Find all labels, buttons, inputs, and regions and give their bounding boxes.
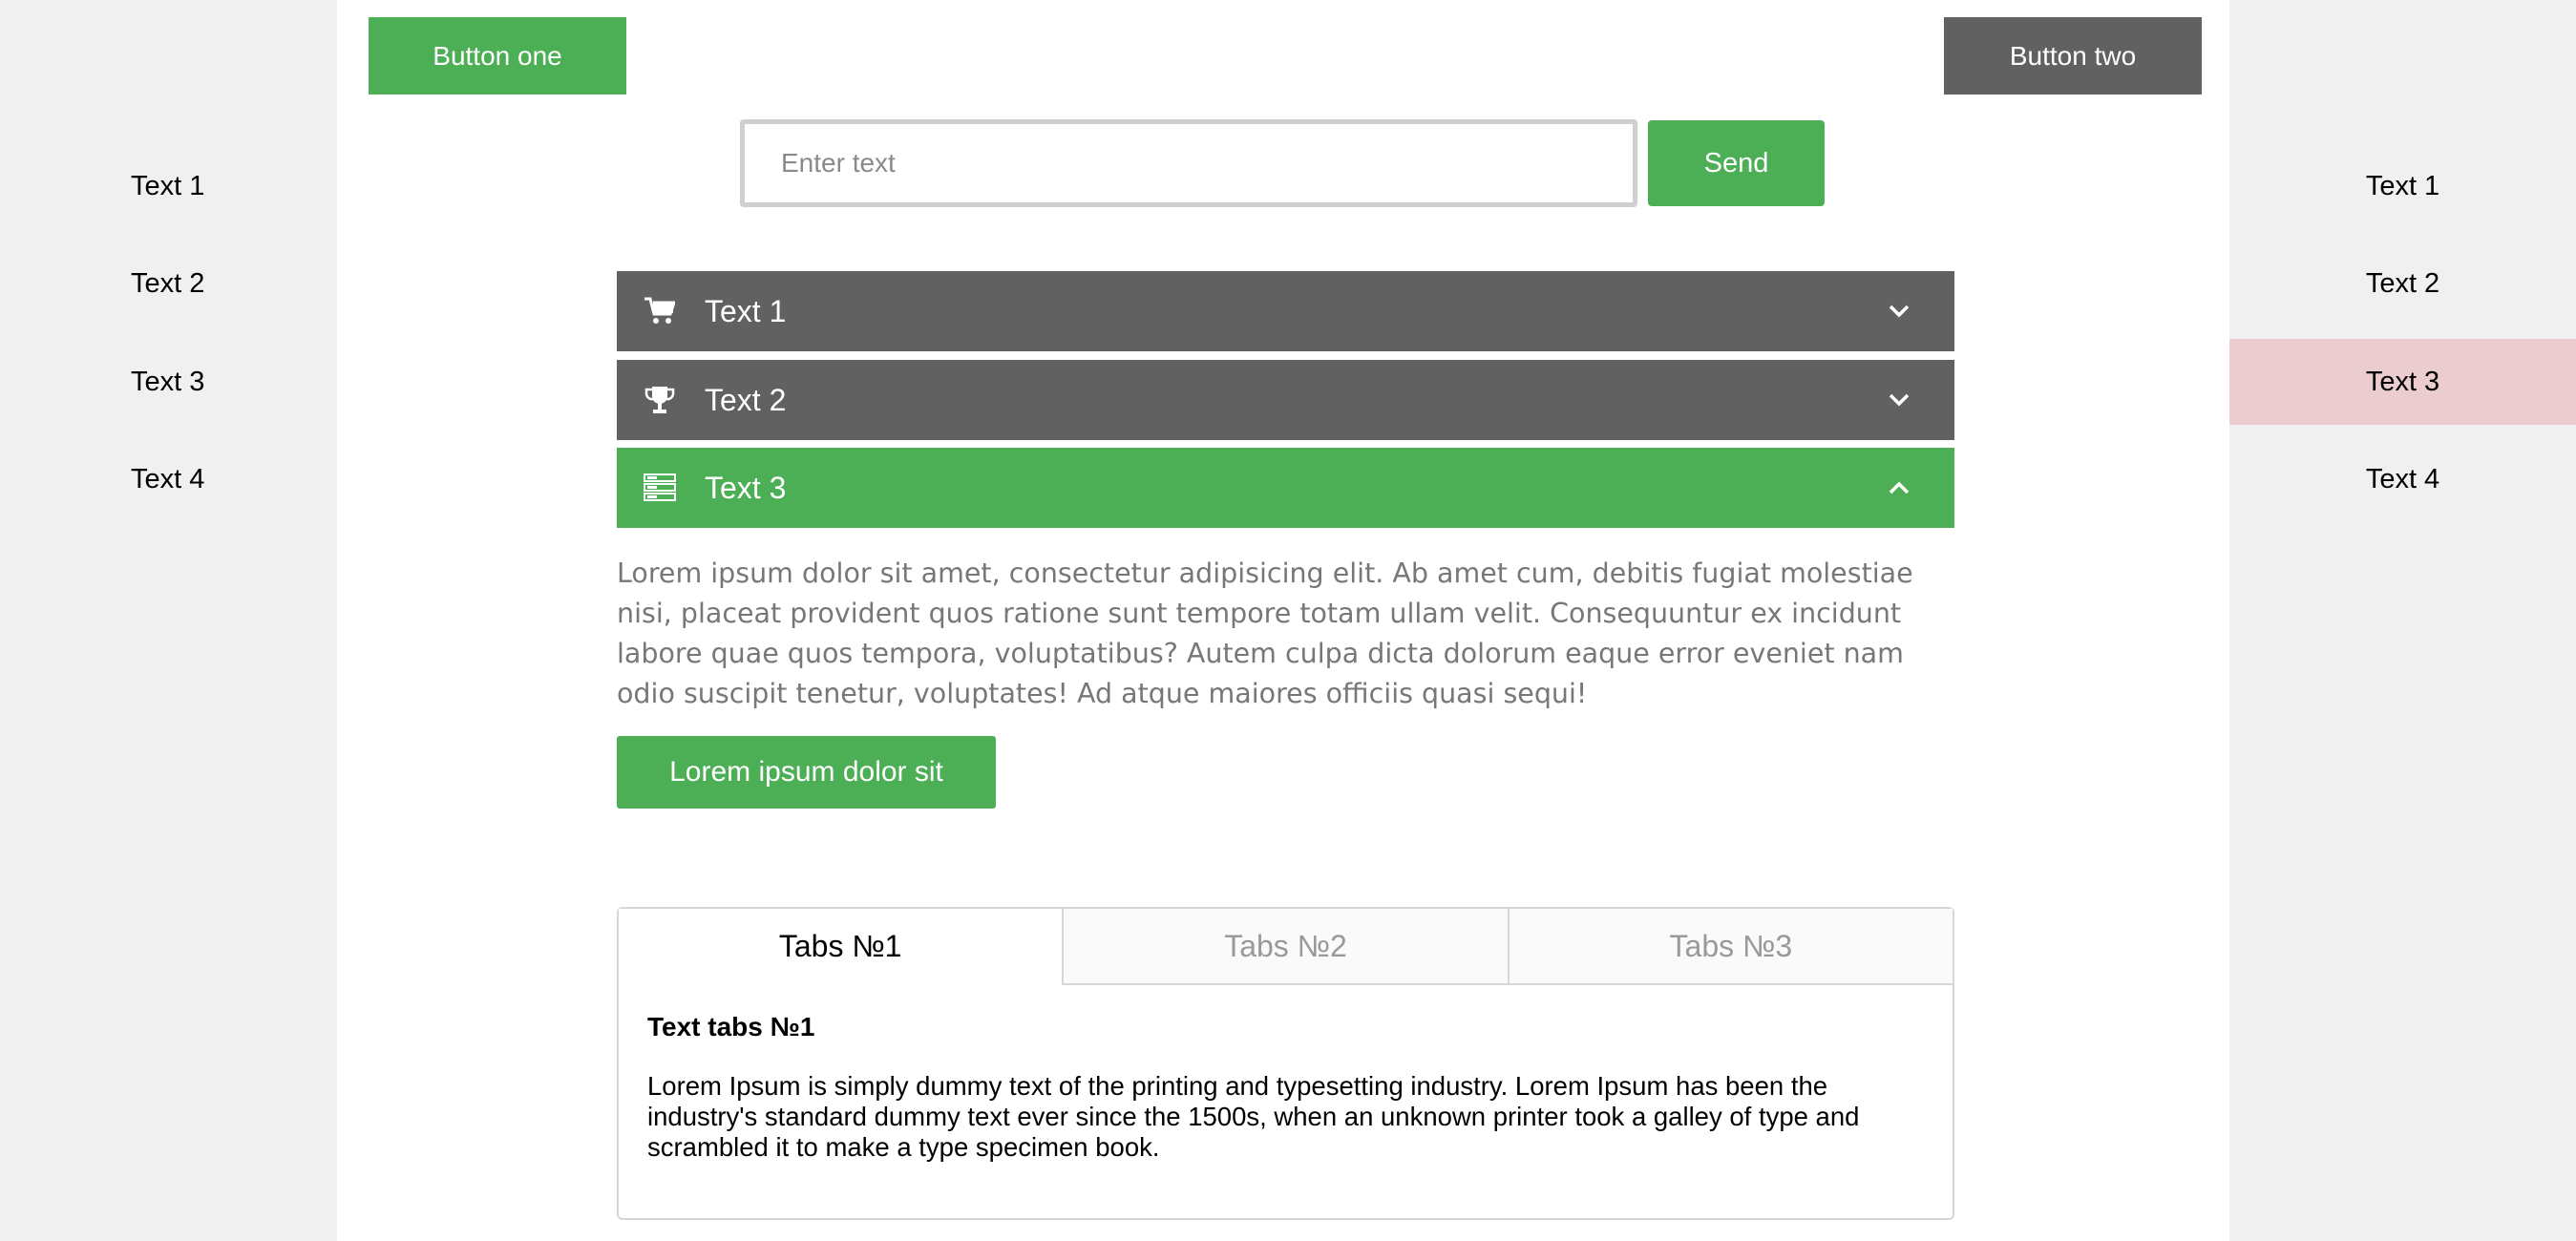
tab-3[interactable]: Tabs №3 [1507, 909, 1953, 985]
left-sidebar-item-3[interactable]: Text 3 [0, 339, 337, 425]
server-icon [644, 472, 676, 504]
left-sidebar-item-label: Text 2 [131, 267, 205, 299]
right-sidebar: Text 1 Text 2 Text 3 Text 4 [2229, 0, 2576, 1241]
right-sidebar-item-3[interactable]: Text 3 [2229, 339, 2576, 425]
right-sidebar-item-label: Text 4 [2365, 463, 2440, 494]
left-sidebar-item-label: Text 4 [131, 463, 205, 494]
chevron-up-icon [1880, 469, 1918, 507]
left-sidebar-item-label: Text 1 [131, 170, 205, 201]
right-sidebar-item-label: Text 1 [2365, 170, 2440, 201]
chevron-down-icon [1880, 292, 1918, 330]
accordion-item-label: Text 2 [705, 382, 787, 417]
cart-icon [644, 295, 676, 327]
right-sidebar-item-4[interactable]: Text 4 [2229, 436, 2576, 522]
right-sidebar-item-label: Text 3 [2365, 366, 2440, 397]
chevron-down-icon [1880, 381, 1918, 419]
right-sidebar-item-1[interactable]: Text 1 [2229, 143, 2576, 229]
tab-content: Text tabs №1 Lorem Ipsum is simply dummy… [619, 985, 1953, 1189]
accordion-item-1[interactable]: Text 1 [617, 271, 1954, 351]
left-sidebar-item-4[interactable]: Text 4 [0, 436, 337, 522]
left-sidebar-item-1[interactable]: Text 1 [0, 143, 337, 229]
accordion-item-3[interactable]: Text 3 [617, 448, 1954, 528]
tab-heading: Text tabs №1 [647, 1012, 815, 1041]
left-sidebar-item-label: Text 3 [131, 366, 205, 397]
text-input[interactable] [740, 119, 1637, 207]
accordion-body: Lorem ipsum dolor sit amet, consectetur … [617, 554, 1954, 714]
accordion-body-text: Lorem ipsum dolor sit amet, consectetur … [617, 557, 1913, 709]
trophy-icon [644, 384, 676, 416]
button-two[interactable]: Button two [1944, 17, 2202, 95]
tab-2[interactable]: Tabs №2 [1062, 909, 1508, 985]
tab-text: Lorem Ipsum is simply dummy text of the … [647, 1071, 1860, 1162]
main-content: Button one Button two Send Text 1 Text 2… [337, 0, 2229, 1241]
accordion-item-2[interactable]: Text 2 [617, 360, 1954, 440]
send-button[interactable]: Send [1648, 120, 1825, 206]
tab-1[interactable]: Tabs №1 [619, 909, 1063, 985]
accordion-item-label: Text 1 [705, 293, 787, 328]
accordion-item-label: Text 3 [705, 470, 787, 505]
tab-bar: Tabs №1 Tabs №2 Tabs №3 [619, 909, 1953, 985]
left-sidebar: Text 1 Text 2 Text 3 Text 4 [0, 0, 337, 1241]
right-sidebar-item-label: Text 2 [2365, 267, 2440, 299]
accordion-body-button[interactable]: Lorem ipsum dolor sit [617, 736, 996, 809]
left-sidebar-item-2[interactable]: Text 2 [0, 241, 337, 326]
right-sidebar-item-2[interactable]: Text 2 [2229, 241, 2576, 326]
button-one[interactable]: Button one [369, 17, 626, 95]
tabs-panel: Tabs №1 Tabs №2 Tabs №3 Text tabs №1 Lor… [617, 907, 1954, 1220]
